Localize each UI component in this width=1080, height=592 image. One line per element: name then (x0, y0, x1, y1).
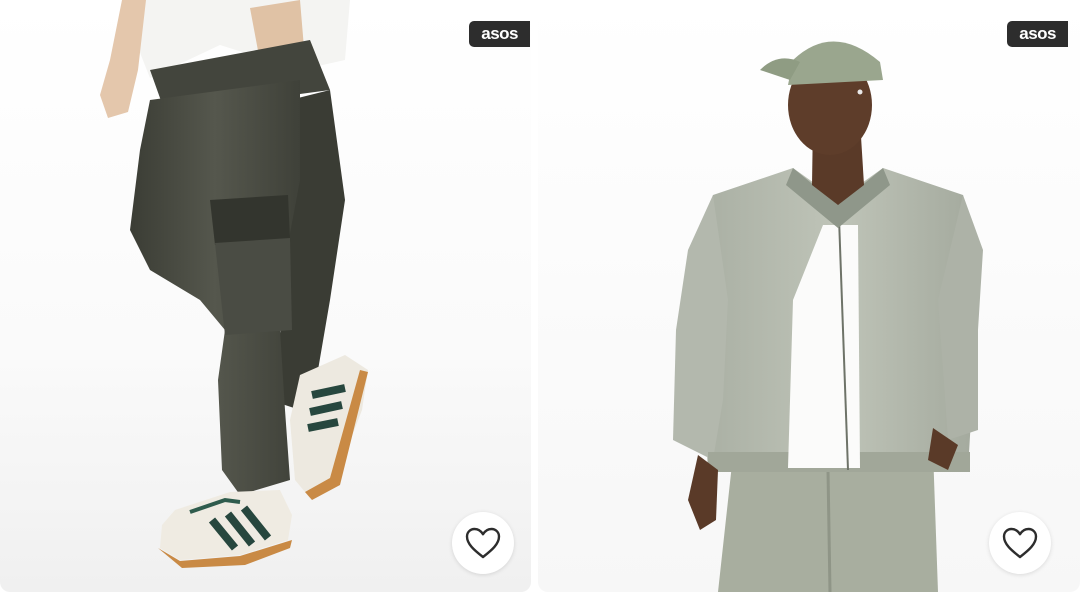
bomber-jacket-photo (538, 0, 1080, 592)
brand-badge: asos (1007, 21, 1068, 47)
save-for-later-button[interactable] (989, 512, 1051, 574)
cargo-trousers-photo (0, 0, 531, 592)
product-card[interactable]: asos (538, 0, 1080, 592)
brand-badge: asos (469, 21, 530, 47)
product-image[interactable] (0, 0, 531, 592)
product-card[interactable]: asos (0, 0, 531, 592)
save-for-later-button[interactable] (452, 512, 514, 574)
heart-icon (1002, 527, 1038, 559)
product-image[interactable] (538, 0, 1080, 592)
heart-icon (465, 527, 501, 559)
product-grid: asos asos (0, 0, 1080, 592)
